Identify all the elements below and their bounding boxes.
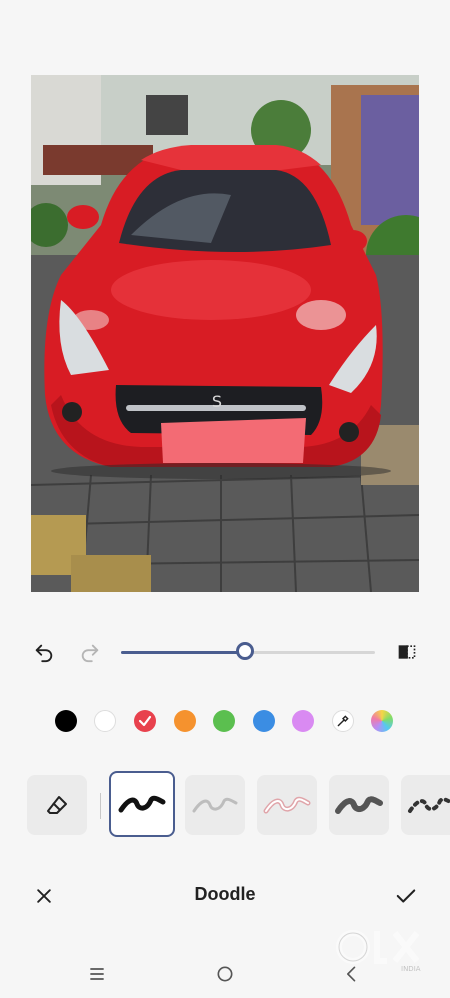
color-swatch-white[interactable] [94,710,116,732]
crayon-stroke-icon [335,796,383,814]
home-circle-icon [217,966,233,982]
color-palette [0,706,450,736]
back-button[interactable] [336,958,368,990]
compare-button[interactable] [391,636,423,668]
compare-icon [398,645,416,659]
checkmark-icon [138,715,152,727]
system-nav-bar [0,950,450,998]
highlighter-brush-button[interactable] [257,775,317,835]
brush-selector [0,770,450,840]
dotted-stroke-icon [408,797,450,813]
redo-icon [81,644,99,663]
edited-photo[interactable]: S [31,75,419,592]
eraser-icon [47,796,67,814]
color-swatch-violet[interactable] [292,710,314,732]
dotted-brush-button[interactable] [401,775,450,835]
svg-text:S: S [212,392,222,411]
color-swatch-black[interactable] [55,710,77,732]
brush-size-slider[interactable] [121,642,375,660]
eraser-button[interactable] [27,775,87,835]
menu-lines-icon [90,968,104,980]
doodle-action-bar: Doodle [0,874,450,918]
color-swatch-red[interactable] [134,710,156,732]
home-button[interactable] [209,958,241,990]
divider [100,793,101,819]
brush-size-row [0,632,450,672]
crayon-brush-button[interactable] [329,775,389,835]
pencil-brush-button[interactable] [185,775,245,835]
check-icon [396,889,416,903]
undo-icon [35,644,53,663]
color-swatch-orange[interactable] [174,710,196,732]
color-swatch-blue[interactable] [253,710,275,732]
redo-button[interactable] [74,636,106,668]
color-swatch-green[interactable] [213,710,235,732]
page-title: Doodle [194,884,256,904]
highlighter-stroke-icon [263,796,311,814]
color-wheel-button[interactable] [371,710,393,732]
car-photo-image: S [31,75,419,592]
back-chevron-icon [347,966,356,982]
marker-brush-button[interactable] [109,771,175,837]
confirm-button[interactable] [390,880,422,912]
eyedropper-icon [337,715,349,727]
slider-thumb[interactable] [236,642,255,660]
undo-button[interactable] [28,636,60,668]
recents-button[interactable] [81,958,113,990]
color-picker-button[interactable] [332,710,354,732]
pencil-stroke-icon [192,797,238,813]
slider-fill [121,651,246,654]
marker-stroke-icon [118,795,166,813]
